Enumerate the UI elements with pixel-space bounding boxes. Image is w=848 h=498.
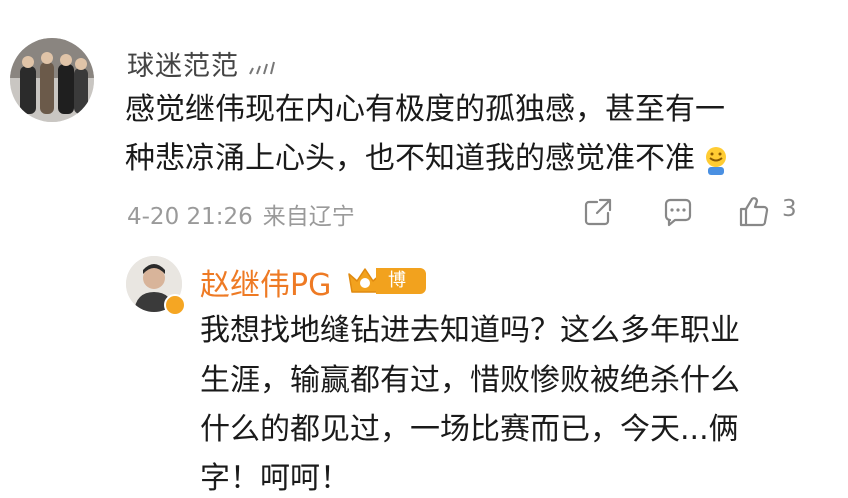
comment-text-line-2-text: 种悲凉涌上心头，也不知道我的感觉准不准 [125, 141, 695, 176]
like-count: 3 [782, 196, 797, 222]
signal-level-icon [241, 59, 278, 80]
comment-location: 来自辽宁 [262, 204, 355, 230]
reply-text-line-4: 字！呵呵！ [200, 461, 350, 496]
share-icon [584, 198, 612, 226]
commenter-name[interactable]: 球迷范范 [127, 44, 278, 83]
comment-button[interactable] [660, 194, 696, 230]
reply-author-name[interactable]: 赵继伟PG [200, 260, 331, 304]
commenter-avatar[interactable] [10, 38, 94, 122]
comment-text-line-1: 感觉继伟现在内心有极度的孤独感，甚至有一 [125, 92, 725, 127]
comment-icon [664, 198, 692, 227]
share-button[interactable] [580, 194, 616, 230]
blogger-badge: 博主 [346, 264, 426, 317]
comment-meta: 4-20 21:26 来自辽宁 [127, 197, 365, 231]
commenter-name-text: 球迷范范 [127, 51, 239, 82]
comment-text-line-2: 种悲凉涌上心头，也不知道我的感觉准不准 [125, 134, 733, 183]
reply-text-line-1: 我想找地缝钻进去知道吗？这么多年职业 [200, 313, 740, 348]
sweat-smile-emoji-icon [699, 143, 733, 177]
like-button[interactable] [736, 194, 772, 230]
avatar-photo [10, 38, 94, 122]
badge-label: 博主 [376, 268, 426, 317]
comment-timestamp: 4-20 21:26 [127, 204, 253, 230]
verified-badge-icon [164, 294, 186, 316]
thumbs-up-icon [739, 197, 769, 227]
reply-text-line-2: 生涯，输赢都有过，惜败惨败被绝杀什么 [200, 363, 740, 398]
reply-text-line-3: 什么的都见过，一场比赛而已，今天...俩 [200, 412, 739, 447]
